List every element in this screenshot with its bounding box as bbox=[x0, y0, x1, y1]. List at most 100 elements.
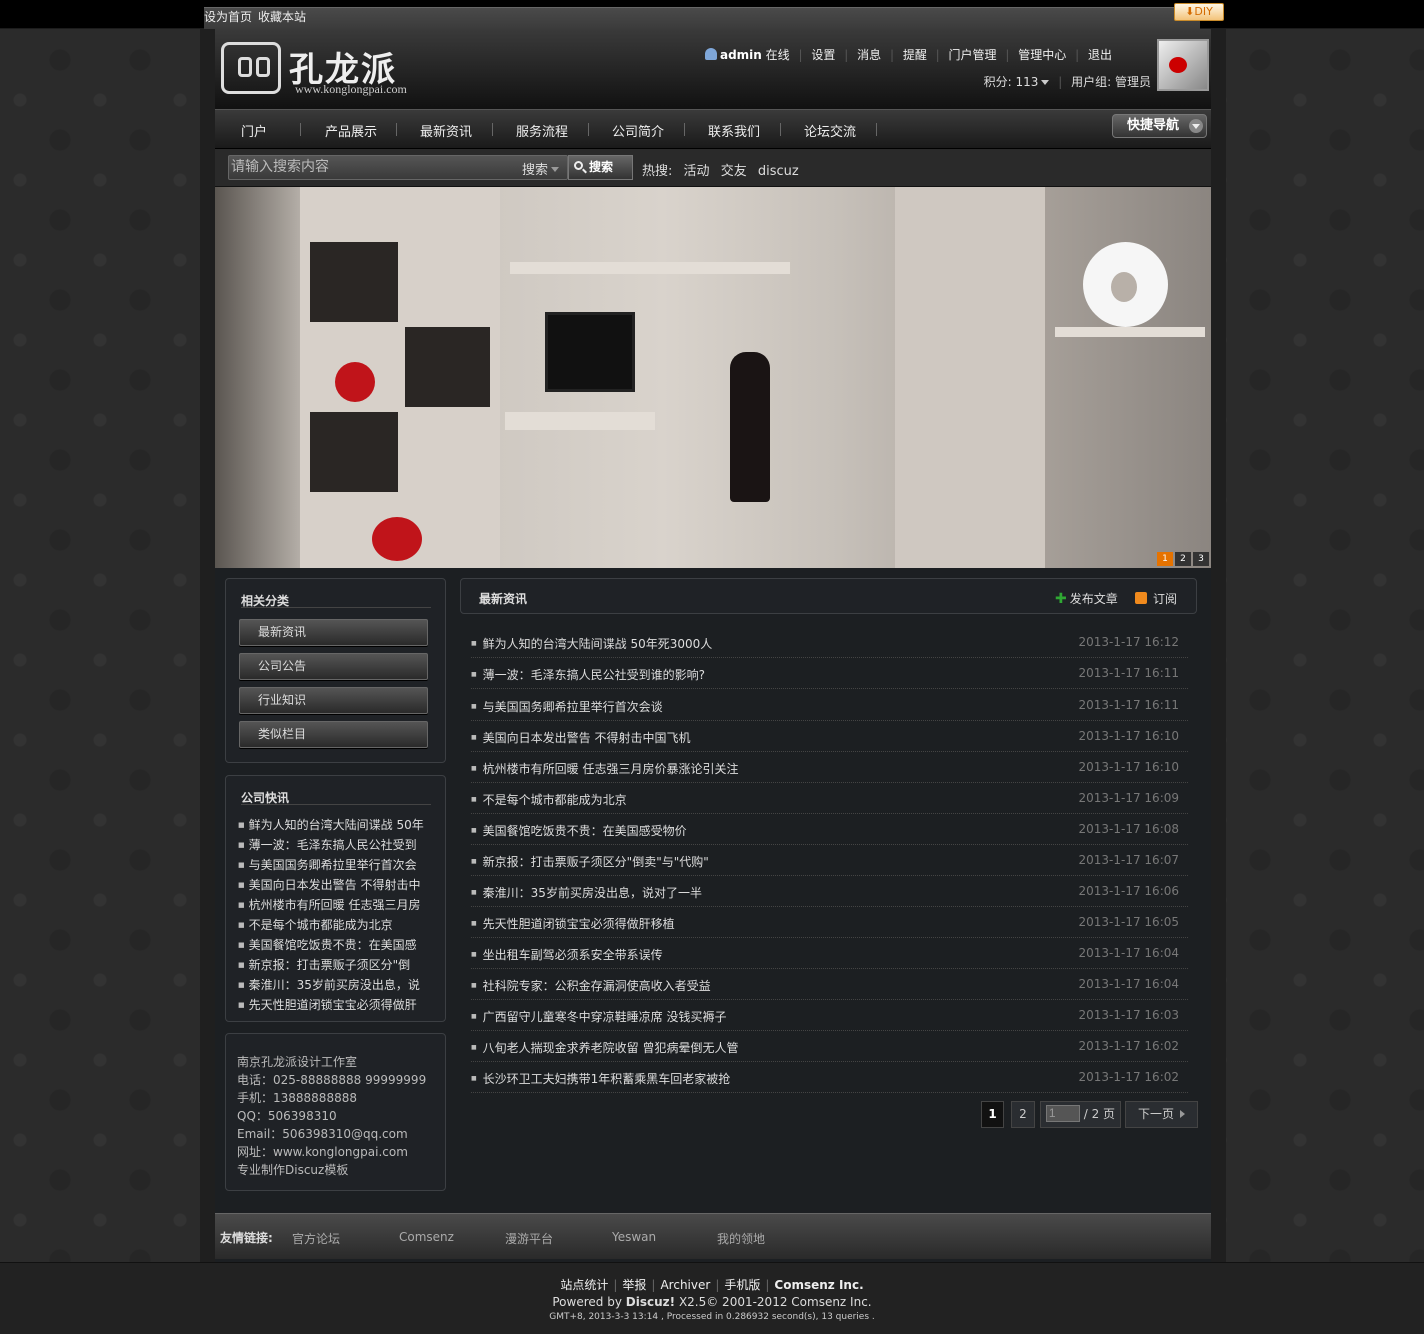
article-title[interactable]: 与美国国务卿希拉里举行首次会谈 bbox=[471, 698, 663, 715]
flash-item[interactable]: 与美国国务卿希拉里举行首次会 bbox=[238, 856, 428, 873]
article-title[interactable]: 杭州楼市有所回暖 任志强三月房价暴涨论引关注 bbox=[471, 760, 739, 777]
page-inner: 孔龙派 www.konglongpai.com admin 在线 | 设置 | … bbox=[215, 29, 1211, 1262]
hot-item[interactable]: 活动 bbox=[684, 164, 710, 179]
portal-admin-link[interactable]: 门户管理 bbox=[949, 48, 997, 62]
article-title[interactable]: 广西留守儿童寒冬中穿凉鞋睡凉席 没钱买褥子 bbox=[471, 1008, 727, 1025]
article-row[interactable]: 坐出租车副驾必须系安全带系误传 2013-1-17 16:04 bbox=[471, 938, 1188, 969]
article-title[interactable]: 鲜为人知的台湾大陆间谍战 50年死3000人 bbox=[471, 635, 713, 652]
flash-item[interactable]: 新京报：打击票贩子须区分"倒 bbox=[238, 956, 428, 973]
hot-label: 热搜: bbox=[642, 164, 673, 179]
article-row[interactable]: 杭州楼市有所回暖 任志强三月房价暴涨论引关注 2013-1-17 16:10 bbox=[471, 752, 1188, 783]
nav-item-service[interactable]: 服务流程 bbox=[516, 121, 568, 140]
chevron-down-icon bbox=[1189, 119, 1203, 133]
article-title[interactable]: 美国向日本发出警告 不得射击中国飞机 bbox=[471, 729, 691, 746]
flash-item[interactable]: 秦淮川：35岁前买房没出息，说 bbox=[238, 976, 428, 993]
nav-item-news[interactable]: 最新资讯 bbox=[420, 121, 472, 140]
page-jump-input[interactable] bbox=[1045, 1104, 1080, 1122]
avatar[interactable] bbox=[1157, 39, 1209, 91]
flash-item[interactable]: 薄一波：毛泽东搞人民公社受到 bbox=[238, 836, 428, 853]
article-title[interactable]: 长沙环卫工夫妇携带1年积蓄乘黑车回老家被抢 bbox=[471, 1070, 731, 1087]
footer-link-comsenz[interactable]: Comsenz Inc. bbox=[774, 1278, 863, 1292]
flash-item[interactable]: 不是每个城市都能成为北京 bbox=[238, 916, 428, 933]
nav-item-contact[interactable]: 联系我们 bbox=[708, 121, 760, 140]
search-type-select[interactable]: 搜索 bbox=[522, 159, 560, 178]
points-dropdown[interactable]: 积分: 113 bbox=[984, 75, 1050, 89]
online-status[interactable]: 在线 bbox=[766, 48, 790, 62]
set-home-link[interactable]: 设为首页 bbox=[204, 10, 252, 24]
article-row[interactable]: 美国向日本发出警告 不得射击中国飞机 2013-1-17 16:10 bbox=[471, 721, 1188, 752]
nav-item-about[interactable]: 公司简介 bbox=[612, 121, 664, 140]
article-row[interactable]: 鲜为人知的台湾大陆间谍战 50年死3000人 2013-1-17 16:12 bbox=[471, 627, 1188, 658]
article-row[interactable]: 广西留守儿童寒冬中穿凉鞋睡凉席 没钱买褥子 2013-1-17 16:03 bbox=[471, 1000, 1188, 1031]
flash-item[interactable]: 先天性胆道闭锁宝宝必须得做肝 bbox=[238, 996, 428, 1013]
friend-link[interactable]: Comsenz bbox=[399, 1230, 454, 1244]
settings-link[interactable]: 设置 bbox=[811, 48, 835, 62]
friend-link[interactable]: Yeswan bbox=[612, 1230, 656, 1244]
diy-button[interactable]: ⬇DIY bbox=[1174, 3, 1224, 21]
banner-slider[interactable]: 123 bbox=[215, 187, 1211, 568]
article-row[interactable]: 美国餐馆吃饭贵不贵：在美国感受物价 2013-1-17 16:08 bbox=[471, 814, 1188, 845]
nav-item-products[interactable]: 产品展示 bbox=[325, 121, 377, 140]
article-row[interactable]: 社科院专家：公积金存漏洞使高收入者受益 2013-1-17 16:04 bbox=[471, 969, 1188, 1000]
article-title[interactable]: 不是每个城市都能成为北京 bbox=[471, 791, 627, 808]
discuz-link[interactable]: Discuz! bbox=[626, 1295, 675, 1309]
next-page-button[interactable]: 下一页 bbox=[1125, 1101, 1198, 1128]
page-2-button[interactable]: 2 bbox=[1011, 1101, 1035, 1128]
friend-links: 友情链接: 官方论坛 Comsenz 漫游平台 Yeswan 我的领地 bbox=[215, 1213, 1211, 1259]
logout-link[interactable]: 退出 bbox=[1088, 48, 1112, 62]
category-knowledge[interactable]: 行业知识 bbox=[239, 687, 428, 714]
flash-item[interactable]: 鲜为人知的台湾大陆间谍战 50年 bbox=[238, 816, 428, 833]
user-group[interactable]: 用户组: 管理员 bbox=[1071, 75, 1151, 89]
footer-link-archiver[interactable]: Archiver bbox=[660, 1278, 710, 1292]
rss-subscribe-button[interactable]: 订阅 bbox=[1135, 590, 1177, 607]
article-title[interactable]: 社科院专家：公积金存漏洞使高收入者受益 bbox=[471, 977, 711, 994]
admin-center-link[interactable]: 管理中心 bbox=[1018, 48, 1066, 62]
slide-dot[interactable]: 1 bbox=[1157, 552, 1173, 566]
messages-link[interactable]: 消息 bbox=[857, 48, 881, 62]
friend-link[interactable]: 漫游平台 bbox=[505, 1230, 553, 1247]
footer-link-mobile[interactable]: 手机版 bbox=[724, 1278, 760, 1292]
flash-item[interactable]: 美国向日本发出警告 不得射击中 bbox=[238, 876, 428, 893]
notices-link[interactable]: 提醒 bbox=[903, 48, 927, 62]
article-title[interactable]: 薄一波：毛泽东搞人民公社受到谁的影响? bbox=[471, 666, 705, 683]
category-similar[interactable]: 类似栏目 bbox=[239, 721, 428, 748]
hot-item[interactable]: 交友 bbox=[721, 164, 747, 179]
search-input[interactable]: 请输入搜索内容 bbox=[228, 155, 568, 180]
flash-item[interactable]: 美国餐馆吃饭贵不贵：在美国感 bbox=[238, 936, 428, 953]
friend-link[interactable]: 我的领地 bbox=[717, 1230, 765, 1247]
nav-item-forum[interactable]: 论坛交流 bbox=[804, 121, 856, 140]
article-row[interactable]: 先天性胆道闭锁宝宝必须得做肝移植 2013-1-17 16:05 bbox=[471, 907, 1188, 938]
footer-link-stats[interactable]: 站点统计 bbox=[560, 1278, 608, 1292]
search-button[interactable]: 搜索 bbox=[568, 155, 633, 180]
article-row[interactable]: 薄一波：毛泽东搞人民公社受到谁的影响? 2013-1-17 16:11 bbox=[471, 658, 1188, 689]
article-date: 2013-1-17 16:02 bbox=[1078, 1070, 1180, 1084]
slide-dot[interactable]: 2 bbox=[1175, 552, 1191, 566]
article-row[interactable]: 八旬老人揣现金求养老院收留 曾犯病晕倒无人管 2013-1-17 16:02 bbox=[471, 1031, 1188, 1062]
quick-nav-button[interactable]: 快捷导航 bbox=[1112, 114, 1207, 138]
footer-link-report[interactable]: 举报 bbox=[622, 1278, 646, 1292]
friend-link[interactable]: 官方论坛 bbox=[292, 1230, 340, 1247]
article-title[interactable]: 新京报：打击票贩子须区分"倒卖"与"代购" bbox=[471, 853, 709, 870]
article-title[interactable]: 秦淮川：35岁前买房没出息，说对了一半 bbox=[471, 884, 702, 901]
article-title[interactable]: 八旬老人揣现金求养老院收留 曾犯病晕倒无人管 bbox=[471, 1039, 739, 1056]
article-title[interactable]: 美国餐馆吃饭贵不贵：在美国感受物价 bbox=[471, 822, 687, 839]
hot-item[interactable]: discuz bbox=[758, 164, 799, 179]
article-row[interactable]: 新京报：打击票贩子须区分"倒卖"与"代购" 2013-1-17 16:07 bbox=[471, 845, 1188, 876]
post-article-button[interactable]: ✚ 发布文章 bbox=[1055, 590, 1118, 607]
nav-item-portal[interactable]: 门户 bbox=[241, 121, 267, 140]
page-1-button[interactable]: 1 bbox=[981, 1101, 1004, 1128]
article-title[interactable]: 先天性胆道闭锁宝宝必须得做肝移植 bbox=[471, 915, 675, 932]
category-news[interactable]: 最新资讯 bbox=[239, 619, 428, 646]
article-title[interactable]: 坐出租车副驾必须系安全带系误传 bbox=[471, 946, 663, 963]
nav-divider bbox=[684, 123, 685, 136]
article-row[interactable]: 长沙环卫工夫妇携带1年积蓄乘黑车回老家被抢 2013-1-17 16:02 bbox=[471, 1062, 1188, 1093]
bookmark-link[interactable]: 收藏本站 bbox=[258, 10, 306, 24]
category-notice[interactable]: 公司公告 bbox=[239, 653, 428, 680]
article-row[interactable]: 秦淮川：35岁前买房没出息，说对了一半 2013-1-17 16:06 bbox=[471, 876, 1188, 907]
flash-item[interactable]: 杭州楼市有所回暖 任志强三月房 bbox=[238, 896, 428, 913]
article-row[interactable]: 与美国国务卿希拉里举行首次会谈 2013-1-17 16:11 bbox=[471, 690, 1188, 721]
article-date: 2013-1-17 16:02 bbox=[1078, 1039, 1180, 1053]
slide-dot[interactable]: 3 bbox=[1193, 552, 1209, 566]
username-link[interactable]: admin bbox=[720, 48, 762, 62]
article-row[interactable]: 不是每个城市都能成为北京 2013-1-17 16:09 bbox=[471, 783, 1188, 814]
